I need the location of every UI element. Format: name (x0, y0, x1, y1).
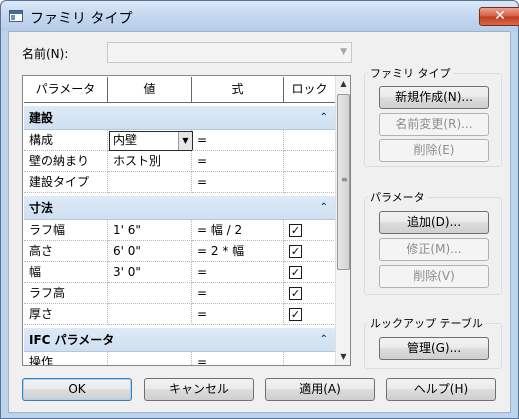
value-cell[interactable]: 6' 0" (108, 241, 192, 262)
dialog-icon (9, 10, 23, 22)
value-text: 内壁 (113, 133, 138, 147)
scroll-down-icon[interactable]: ▼ (336, 349, 350, 365)
group-header-ifc-parameters[interactable]: IFC パラメータ ⌃ (24, 328, 336, 352)
table-row: 厚さ = ✓ (24, 304, 336, 325)
name-label: 名前(N): (22, 47, 69, 61)
param-name: 高さ (24, 241, 108, 262)
column-header-value[interactable]: 値 (108, 77, 192, 103)
group-title: IFC パラメータ (29, 333, 115, 347)
title-bar[interactable]: ファミリ タイプ ✕ (1, 1, 519, 31)
manage-lookup-button[interactable]: 管理(G)... (379, 337, 489, 360)
param-name: ラフ幅 (24, 220, 108, 241)
chevron-down-icon: ▼ (340, 47, 347, 57)
formula-cell[interactable]: = (192, 130, 284, 151)
lock-cell: ✓ (284, 241, 336, 262)
param-name: 建設タイプ (24, 172, 108, 193)
dialog-body: 名前(N): ▼ パラメータ 値 式 ロック 建設 ⌃ 構成 内壁 ▼ = 壁の… (8, 31, 511, 413)
value-cell[interactable]: ホスト別 (108, 151, 192, 172)
remove-parameter-button[interactable]: 削除(V) (379, 265, 489, 288)
help-button[interactable]: ヘルプ(H) (386, 378, 496, 401)
lookup-tables-legend: ルックアップ テーブル (370, 317, 483, 330)
lock-cell (284, 172, 336, 193)
construction-value-combobox[interactable]: 内壁 ▼ (109, 131, 193, 151)
group-header-construction[interactable]: 建設 ⌃ (24, 106, 336, 130)
scrollbar-thumb[interactable]: ≡ (337, 94, 350, 270)
lock-cell: ✓ (284, 283, 336, 304)
delete-type-button[interactable]: 削除(E) (379, 139, 489, 162)
lock-cell: ✓ (284, 262, 336, 283)
scroll-up-icon[interactable]: ▲ (336, 76, 350, 92)
formula-cell[interactable]: = 幅 / 2 (192, 220, 284, 241)
parameters-legend: パラメータ (370, 191, 425, 204)
chevron-down-icon[interactable]: ▼ (178, 132, 192, 150)
value-cell[interactable]: 1' 6" (108, 220, 192, 241)
lock-checkbox[interactable]: ✓ (289, 287, 302, 300)
dialog-title: ファミリ タイプ (30, 11, 133, 27)
close-button[interactable]: ✕ (479, 7, 519, 26)
parameter-grid: パラメータ 値 式 ロック 建設 ⌃ 構成 内壁 ▼ = 壁の納まり ホスト別 … (22, 75, 351, 366)
collapse-icon[interactable]: ⌃ (320, 196, 328, 220)
collapse-icon[interactable]: ⌃ (320, 328, 328, 352)
formula-cell[interactable]: = (192, 151, 284, 172)
table-row: 幅 3' 0" = ✓ (24, 262, 336, 283)
group-title: 寸法 (29, 201, 54, 215)
grid-header: パラメータ 値 式 ロック (24, 77, 336, 103)
table-row: 構成 内壁 ▼ = (24, 130, 336, 151)
lock-checkbox[interactable]: ✓ (289, 224, 302, 237)
name-combobox[interactable]: ▼ (107, 42, 352, 63)
family-types-legend: ファミリ タイプ (370, 67, 451, 80)
grid-vertical-scrollbar[interactable]: ▲ ≡ ▼ (335, 76, 350, 365)
formula-cell[interactable]: = (192, 352, 284, 365)
lock-checkbox[interactable]: ✓ (289, 266, 302, 279)
column-header-lock[interactable]: ロック (284, 77, 336, 103)
group-header-dimensions[interactable]: 寸法 ⌃ (24, 196, 336, 220)
family-types-dialog: ファミリ タイプ ✕ 名前(N): ▼ パラメータ 値 式 ロック 建設 ⌃ 構… (0, 0, 519, 419)
lock-checkbox[interactable]: ✓ (289, 308, 302, 321)
table-row: 壁の納まり ホスト別 = (24, 151, 336, 172)
new-type-button[interactable]: 新規作成(N)... (379, 86, 489, 109)
table-row: 建設タイプ = (24, 172, 336, 193)
group-title: 建設 (29, 111, 54, 125)
formula-cell[interactable]: = (192, 283, 284, 304)
lock-cell (284, 130, 336, 151)
lock-cell (284, 352, 336, 365)
table-row: 高さ 6' 0" = 2 * 幅 ✓ (24, 241, 336, 262)
param-name: 厚さ (24, 304, 108, 325)
collapse-icon[interactable]: ⌃ (320, 106, 328, 130)
param-name: 操作 (24, 352, 108, 365)
grip-icon: ≡ (341, 175, 348, 184)
table-row: 操作 = (24, 352, 336, 365)
param-name: 壁の納まり (24, 151, 108, 172)
formula-cell[interactable]: = 2 * 幅 (192, 241, 284, 262)
formula-cell[interactable]: = (192, 304, 284, 325)
column-header-parameter[interactable]: パラメータ (24, 77, 108, 103)
lock-checkbox[interactable]: ✓ (289, 245, 302, 258)
param-name: 幅 (24, 262, 108, 283)
cancel-button[interactable]: キャンセル (144, 378, 254, 401)
value-cell[interactable] (108, 352, 192, 365)
apply-button[interactable]: 適用(A) (265, 378, 375, 401)
formula-cell[interactable]: = (192, 172, 284, 193)
lock-cell: ✓ (284, 304, 336, 325)
modify-parameter-button[interactable]: 修正(M)... (379, 238, 489, 261)
param-name: 構成 (24, 130, 108, 151)
table-row: ラフ幅 1' 6" = 幅 / 2 ✓ (24, 220, 336, 241)
column-header-formula[interactable]: 式 (192, 77, 284, 103)
value-cell[interactable] (108, 304, 192, 325)
lock-cell: ✓ (284, 220, 336, 241)
rename-type-button[interactable]: 名前変更(R)... (379, 113, 489, 136)
formula-cell[interactable]: = (192, 262, 284, 283)
value-cell[interactable]: 3' 0" (108, 262, 192, 283)
ok-button[interactable]: OK (22, 378, 132, 401)
value-cell[interactable] (108, 172, 192, 193)
table-row: ラフ高 = ✓ (24, 283, 336, 304)
value-cell[interactable] (108, 283, 192, 304)
add-parameter-button[interactable]: 追加(D)... (379, 211, 489, 234)
param-name: ラフ高 (24, 283, 108, 304)
lock-cell (284, 151, 336, 172)
